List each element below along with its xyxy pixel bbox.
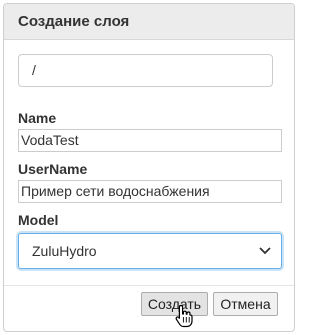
name-input[interactable]: VodaTest bbox=[18, 129, 282, 152]
cancel-button[interactable]: Отмена bbox=[213, 292, 278, 316]
model-select-value: ZuluHydro bbox=[32, 243, 97, 259]
dialog-header: Создание слоя bbox=[4, 4, 294, 40]
hand-pointer-icon bbox=[175, 304, 193, 328]
create-layer-dialog: Создание слоя / Name VodaTest UserName П… bbox=[3, 3, 295, 332]
model-label: Model bbox=[18, 212, 59, 228]
name-label: Name bbox=[18, 110, 57, 126]
dialog-footer bbox=[4, 285, 294, 286]
path-input[interactable]: / bbox=[18, 54, 273, 87]
username-input[interactable]: Пример сети водоснабжения bbox=[18, 180, 282, 203]
username-label: UserName bbox=[18, 161, 88, 177]
dialog-title: Создание слоя bbox=[18, 13, 130, 30]
chevron-down-icon bbox=[259, 247, 271, 255]
model-select[interactable]: ZuluHydro bbox=[18, 233, 282, 269]
